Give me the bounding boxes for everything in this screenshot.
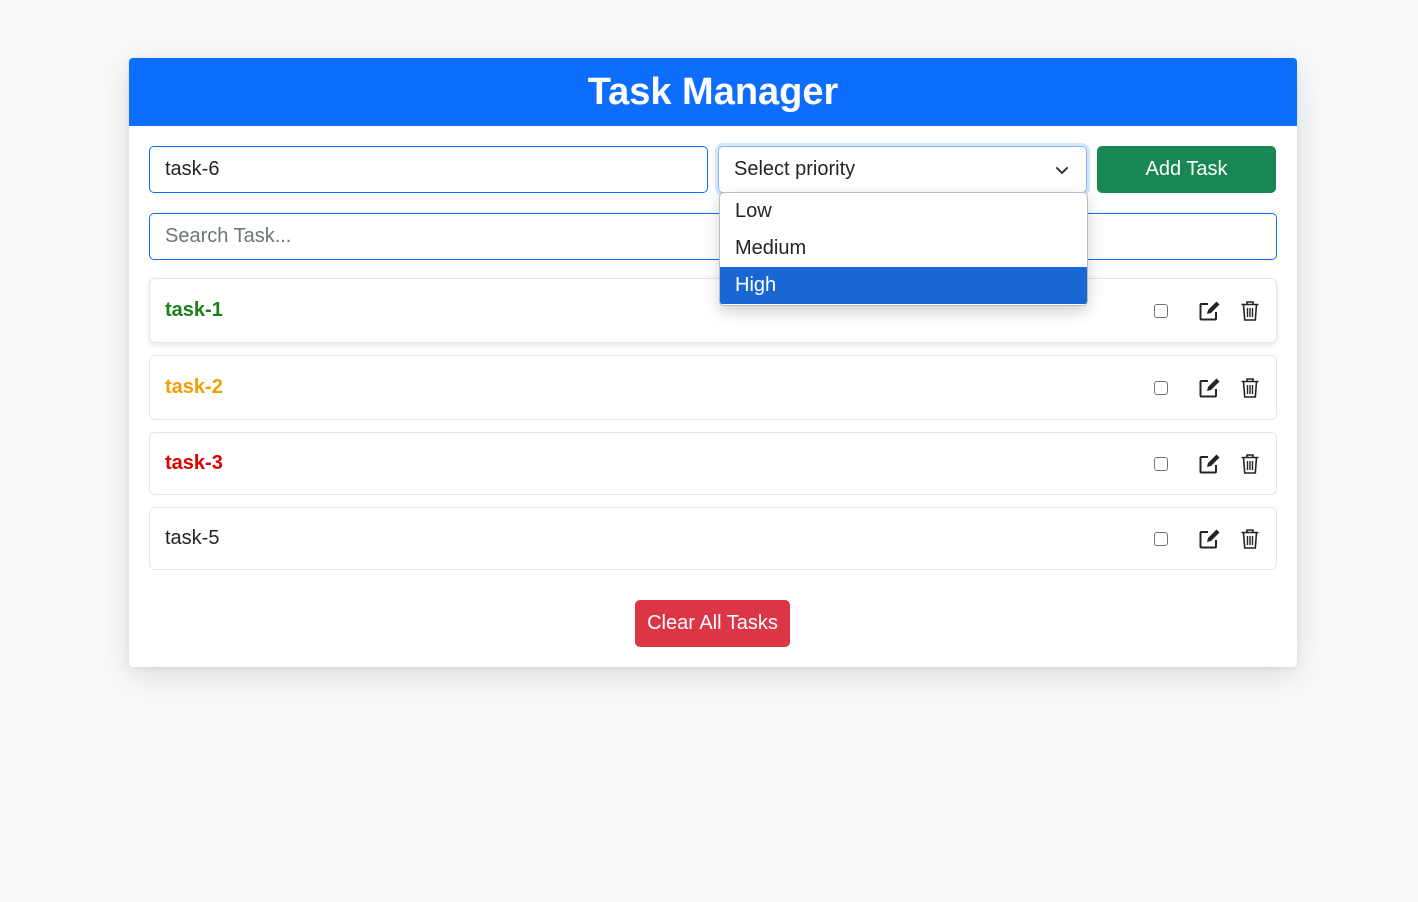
task-label: task-2 [165, 376, 223, 398]
trash-icon[interactable] [1238, 376, 1262, 400]
priority-dropdown-menu: Low Medium High [719, 192, 1088, 306]
edit-icon[interactable] [1197, 376, 1221, 400]
chevron-down-icon [1056, 166, 1068, 174]
task-complete-checkbox[interactable] [1154, 380, 1168, 395]
priority-select-label: Select priority [734, 158, 856, 180]
task-row: task-1 [149, 278, 1277, 343]
priority-option-low[interactable]: Low [720, 193, 1087, 230]
task-row: task-5 [149, 507, 1277, 570]
task-name-input[interactable]: task-6 [149, 146, 708, 193]
task-complete-checkbox[interactable] [1154, 456, 1168, 471]
priority-option-high[interactable]: High [720, 267, 1087, 304]
task-manager-card: Task Manager task-6 Select priority Add … [129, 58, 1297, 667]
page-title: Task Manager [129, 58, 1297, 126]
add-task-button[interactable]: Add Task [1097, 146, 1276, 193]
edit-icon[interactable] [1197, 527, 1221, 551]
task-label: task-3 [165, 452, 223, 474]
task-complete-checkbox[interactable] [1154, 303, 1168, 318]
search-input[interactable]: Search Task... [149, 213, 1277, 260]
trash-icon[interactable] [1238, 299, 1262, 323]
task-label: task-5 [165, 527, 220, 549]
priority-select[interactable]: Select priority [718, 146, 1087, 193]
task-label: task-1 [165, 299, 223, 321]
trash-icon[interactable] [1238, 452, 1262, 476]
trash-icon[interactable] [1238, 527, 1262, 551]
task-row: task-3 [149, 432, 1277, 495]
clear-all-tasks-button[interactable]: Clear All Tasks [635, 600, 790, 647]
priority-option-medium[interactable]: Medium [720, 230, 1087, 267]
task-complete-checkbox[interactable] [1154, 531, 1168, 546]
edit-icon[interactable] [1197, 299, 1221, 323]
task-row: task-2 [149, 355, 1277, 420]
edit-icon[interactable] [1197, 452, 1221, 476]
